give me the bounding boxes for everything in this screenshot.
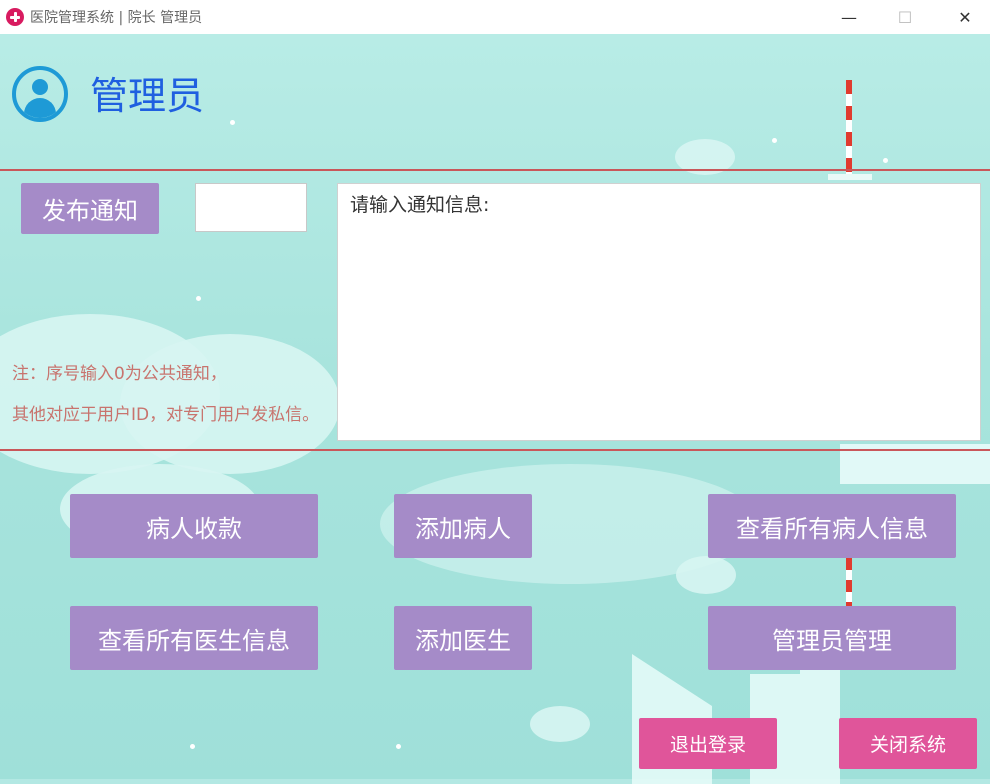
add-doctor-button[interactable]: 添加医生 <box>394 606 532 670</box>
logout-button[interactable]: 退出登录 <box>639 718 777 769</box>
close-window-button[interactable]: ✕ <box>942 0 988 34</box>
minimize-button[interactable]: — <box>826 0 872 34</box>
collect-payment-button[interactable]: 病人收款 <box>70 494 318 558</box>
note-line-1: 注：序号输入0为公共通知， <box>12 364 227 384</box>
sparkle-decoration <box>772 138 777 143</box>
user-avatar-icon <box>12 66 68 122</box>
view-all-doctors-button[interactable]: 查看所有医生信息 <box>70 606 318 670</box>
sparkle-decoration <box>883 158 888 163</box>
close-system-button[interactable]: 关闭系统 <box>839 718 977 769</box>
divider-top <box>0 169 990 171</box>
window-title: 医院管理系统 | 院长 管理员 <box>30 10 203 26</box>
sparkle-decoration <box>190 744 195 749</box>
publish-notice-button[interactable]: 发布通知 <box>21 183 159 234</box>
sparkle-decoration <box>230 120 235 125</box>
title-bar: 医院管理系统 | 院长 管理员 — ☐ ✕ <box>0 0 990 34</box>
add-patient-button[interactable]: 添加病人 <box>394 494 532 558</box>
sparkle-decoration <box>396 744 401 749</box>
divider-bottom <box>0 449 990 451</box>
recipient-id-input[interactable] <box>195 183 307 232</box>
role-title: 管理员 <box>90 74 205 118</box>
view-all-patients-button[interactable]: 查看所有病人信息 <box>708 494 956 558</box>
radio-tower-decoration <box>846 80 852 176</box>
admin-management-button[interactable]: 管理员管理 <box>708 606 956 670</box>
radio-tower-decoration <box>828 174 872 180</box>
sparkle-decoration <box>196 296 201 301</box>
maximize-button[interactable]: ☐ <box>882 0 928 34</box>
note-line-2: 其他对应于用户ID，对专门用户发私信。 <box>12 405 320 425</box>
cloud-decoration <box>676 556 736 594</box>
cloud-decoration <box>530 706 590 742</box>
hospital-cross-icon <box>6 8 24 26</box>
notice-message-textarea[interactable]: 请输入通知信息: <box>337 183 981 441</box>
